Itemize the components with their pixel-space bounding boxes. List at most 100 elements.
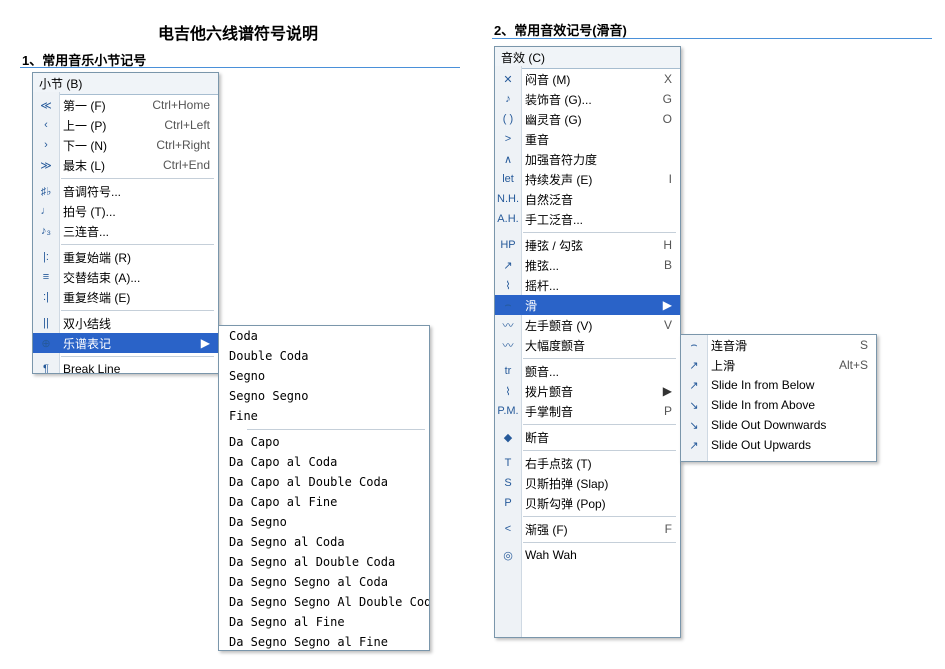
menu-item[interactable]: T右手点弦 (T) — [495, 453, 680, 473]
menu-item[interactable]: P贝斯勾弹 (Pop) — [495, 493, 680, 513]
menu-item-label: 拨片颤音 — [525, 383, 655, 400]
menu-item[interactable]: Da Capo al Double Coda — [219, 472, 429, 492]
menu-item[interactable]: Da Segno — [219, 512, 429, 532]
menu-item-label: 音调符号... — [63, 183, 210, 200]
menu-item[interactable]: ≡交替结束 (A)... — [33, 267, 218, 287]
menu-item-shortcut: X — [652, 72, 672, 86]
menu-item-label: 左手颤音 (V) — [525, 317, 652, 334]
menu-item-label: 双小结线 — [63, 315, 210, 332]
menu-item[interactable]: ⊕乐谱表记▶ — [33, 333, 218, 353]
menu-item-label: 闷音 (M) — [525, 71, 652, 88]
menu-item-shortcut: G — [651, 92, 672, 106]
menu-item-label: 连音滑 — [711, 337, 848, 354]
menu-item[interactable]: ›下一 (N)Ctrl+Right — [33, 135, 218, 155]
menu-item[interactable]: ‹上一 (P)Ctrl+Left — [33, 115, 218, 135]
menu-item-label: 渐强 (F) — [525, 521, 653, 538]
menu-item[interactable]: ◆断音 — [495, 427, 680, 447]
menu-item[interactable]: <渐强 (F)F — [495, 519, 680, 539]
menu-item[interactable]: Da Capo al Fine — [219, 492, 429, 512]
menu-item[interactable]: ⌇拨片颤音▶ — [495, 381, 680, 401]
menu-item-icon: ⌢ — [499, 297, 517, 313]
menu-item[interactable]: Da Segno Segno al Fine — [219, 632, 429, 651]
menu-item-label: Slide In from Above — [711, 398, 868, 412]
menu-item-label: Segno — [229, 369, 421, 383]
menu-item[interactable]: ∧加强音符力度 — [495, 149, 680, 169]
menu-item[interactable]: Fine — [219, 406, 429, 426]
submenu-score-items: Coda Double Coda Segno Segno SegnoFine Da Ca… — [219, 326, 429, 651]
menu-item-icon: ≫ — [37, 157, 55, 173]
menu-item-icon: let — [499, 171, 517, 187]
menu-item[interactable]: ↘Slide In from Above — [681, 395, 876, 415]
menu-item[interactable]: || 双小结线 — [33, 313, 218, 333]
menu-item[interactable]: ⌢连音滑S — [681, 335, 876, 355]
menu-item[interactable]: ¶Break Line — [33, 359, 218, 374]
menu-item[interactable]: :|重复终端 (E) — [33, 287, 218, 307]
menu-item[interactable]: ↗Slide In from Below — [681, 375, 876, 395]
menu-item-label: 三连音... — [63, 223, 210, 240]
menu-item[interactable]: Segno Segno — [219, 386, 429, 406]
menu-item-icon: ◎ — [499, 547, 517, 563]
menu-item[interactable]: N.H.自然泛音 — [495, 189, 680, 209]
menu-item-icon: ≪ — [37, 97, 55, 113]
menu-item[interactable]: ↗Slide Out Upwards — [681, 435, 876, 455]
menu-item[interactable]: ≫最末 (L)Ctrl+End — [33, 155, 218, 175]
section2-heading: 2、常用音效记号(滑音) — [494, 20, 627, 39]
menu-item[interactable]: Da Segno Segno al Coda — [219, 572, 429, 592]
menu-item[interactable]: ≪第一 (F)Ctrl+Home — [33, 95, 218, 115]
menu-item-label: Da Segno al Double Coda — [229, 555, 421, 569]
menu-item[interactable]: ♩拍号 (T)... — [33, 201, 218, 221]
menu-item[interactable]: A.H.手工泛音... — [495, 209, 680, 229]
menu-item[interactable]: Da Capo — [219, 432, 429, 452]
menu-item[interactable]: P.M.手掌制音P — [495, 401, 680, 421]
menu-item-label: 拍号 (T)... — [63, 203, 210, 220]
menu-item-label: 重复终端 (E) — [63, 289, 210, 306]
menu-item[interactable]: Coda — [219, 326, 429, 346]
menu-fx-title[interactable]: 音效 (C) — [495, 47, 680, 69]
menu-item[interactable]: ✕闷音 (M)X — [495, 69, 680, 89]
menu-item[interactable]: Da Capo al Coda — [219, 452, 429, 472]
menu-item[interactable]: Double Coda — [219, 346, 429, 366]
menu-item[interactable]: >重音 — [495, 129, 680, 149]
menu-item[interactable]: ♯♭音调符号... — [33, 181, 218, 201]
menu-item[interactable]: ⌢滑▶ — [495, 295, 680, 315]
menu-item-label: Da Capo al Coda — [229, 455, 421, 469]
menu-item-label: 重音 — [525, 131, 672, 148]
submenu-slide[interactable]: ⌢连音滑S↗上滑Alt+S↗Slide In from Below↘Slide … — [680, 334, 877, 462]
menu-item-label: 最末 (L) — [63, 157, 151, 174]
menu-bar[interactable]: 小节 (B) ≪第一 (F)Ctrl+Home‹上一 (P)Ctrl+Left›… — [32, 72, 219, 374]
menu-item[interactable]: Da Segno al Coda — [219, 532, 429, 552]
menu-item[interactable]: Da Segno Segno Al Double Coda — [219, 592, 429, 612]
menu-item[interactable]: tr颤音... — [495, 361, 680, 381]
menu-item-icon: N.H. — [499, 191, 517, 207]
menu-item[interactable]: ( )幽灵音 (G)O — [495, 109, 680, 129]
section2-underline — [492, 38, 932, 39]
menu-item[interactable]: Da Segno al Double Coda — [219, 552, 429, 572]
menu-item-icon: ‹ — [37, 117, 55, 133]
menu-item-shortcut: Ctrl+Home — [140, 98, 210, 112]
menu-item[interactable]: let持续发声 (E)I — [495, 169, 680, 189]
menu-item[interactable]: Da Segno al Fine — [219, 612, 429, 632]
menu-item[interactable]: ↗上滑Alt+S — [681, 355, 876, 375]
menu-item[interactable]: ◎Wah Wah — [495, 545, 680, 565]
menu-item-icon: || — [37, 315, 55, 331]
menu-item[interactable]: ↘Slide Out Downwards — [681, 415, 876, 435]
menu-item[interactable]: Segno — [219, 366, 429, 386]
menu-fx-items: ✕闷音 (M)X♪装饰音 (G)...G( )幽灵音 (G)O>重音∧加强音符力… — [495, 69, 680, 565]
menu-item[interactable]: ♪₃三连音... — [33, 221, 218, 241]
menu-item[interactable]: 〰左手颤音 (V)V — [495, 315, 680, 335]
menu-item-label: Coda — [229, 329, 421, 343]
menu-item[interactable]: 〰大幅度颤音 — [495, 335, 680, 355]
menu-item[interactable]: HP捶弦 / 勾弦H — [495, 235, 680, 255]
menu-item[interactable]: |:重复始端 (R) — [33, 247, 218, 267]
menu-item-icon: ⌢ — [685, 337, 703, 353]
menu-bar-title[interactable]: 小节 (B) — [33, 73, 218, 95]
menu-fx[interactable]: 音效 (C) ✕闷音 (M)X♪装饰音 (G)...G( )幽灵音 (G)O>重… — [494, 46, 681, 638]
menu-item-label: 大幅度颤音 — [525, 337, 672, 354]
menu-item[interactable]: S贝斯拍弹 (Slap) — [495, 473, 680, 493]
menu-item-label: Break Line — [63, 362, 210, 374]
menu-item-label: 手掌制音 — [525, 403, 652, 420]
menu-item[interactable]: ♪装饰音 (G)...G — [495, 89, 680, 109]
menu-item[interactable]: ↗推弦...B — [495, 255, 680, 275]
menu-item[interactable]: ⌇摇杆... — [495, 275, 680, 295]
submenu-score[interactable]: Coda Double Coda Segno Segno SegnoFine Da Ca… — [218, 325, 430, 651]
